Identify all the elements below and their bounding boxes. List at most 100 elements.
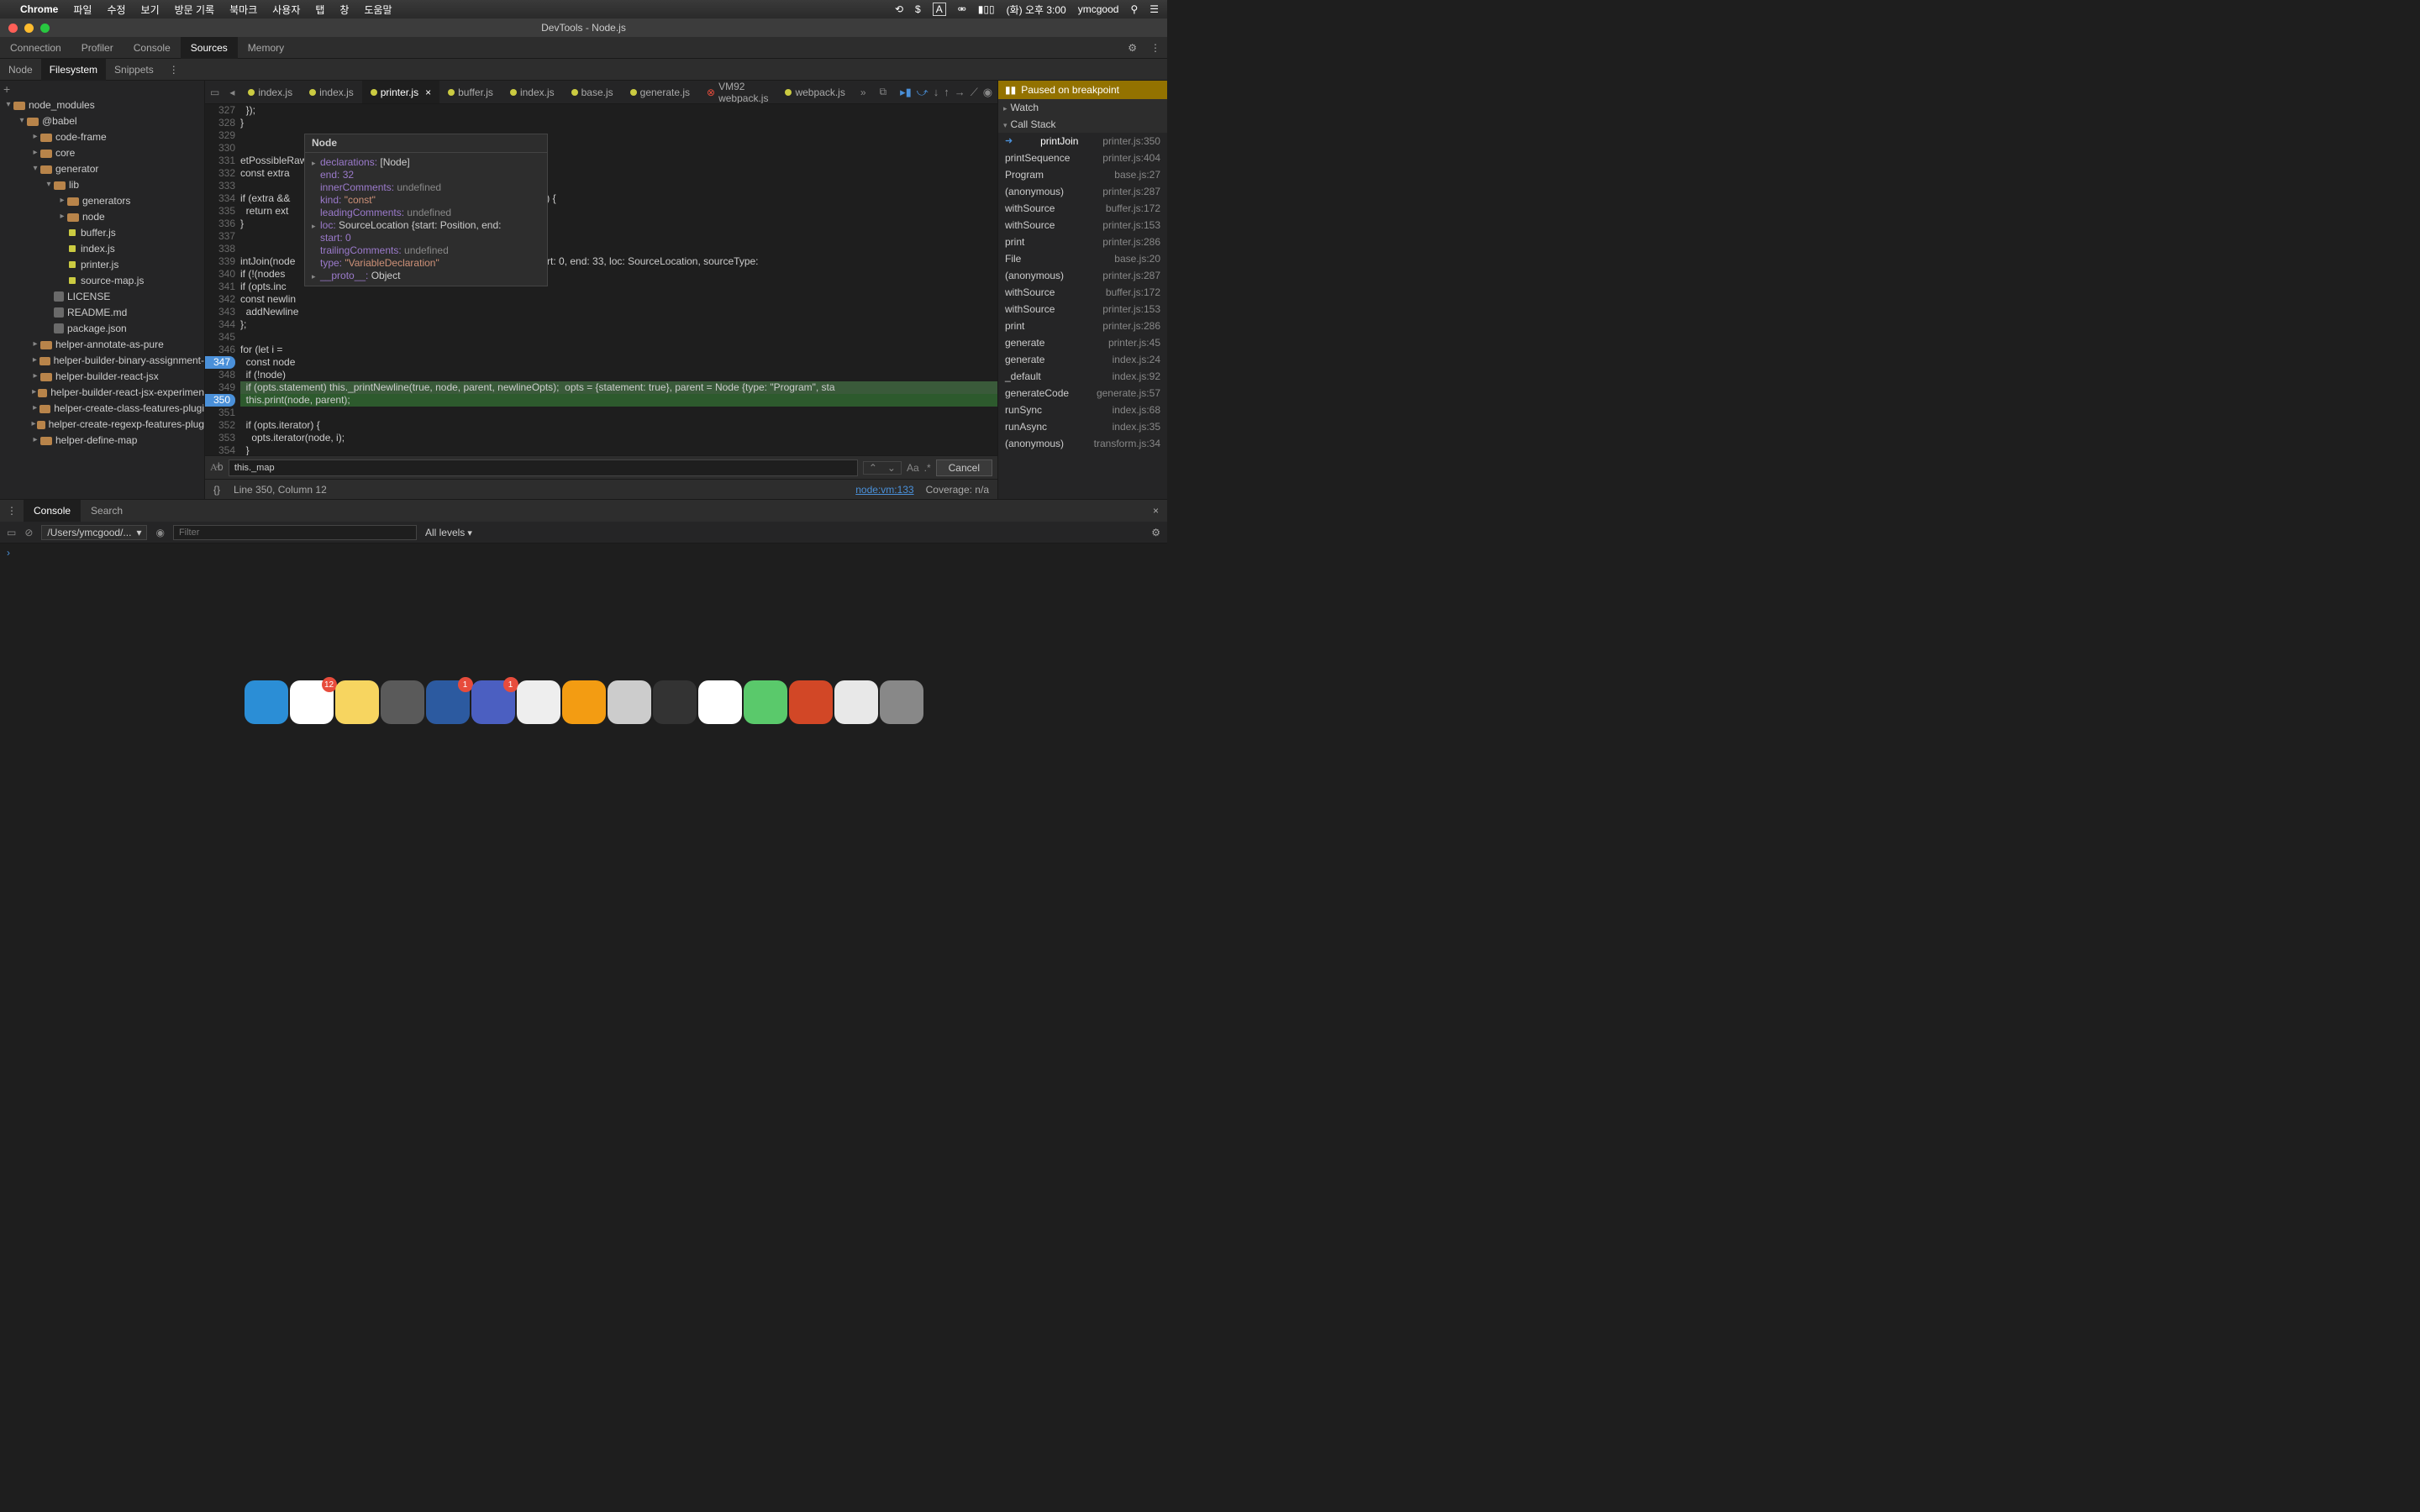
search-next-icon[interactable]: ⌄ bbox=[882, 462, 901, 474]
dollar-icon[interactable]: $ bbox=[915, 3, 921, 15]
search-prev-icon[interactable]: ⌃ bbox=[864, 462, 882, 474]
regex-toggle-icon[interactable]: .* bbox=[924, 462, 931, 474]
stack-frossleep[interactable]: _defaultindex.js:92 bbox=[998, 368, 1167, 385]
tree-item[interactable]: ▸node bbox=[0, 208, 204, 224]
tree-item[interactable]: ▸helper-define-map bbox=[0, 432, 204, 448]
tree-item[interactable]: buffer.js bbox=[0, 224, 204, 240]
pretty-print-icon[interactable]: {} bbox=[213, 484, 220, 496]
dock-icon[interactable]: 1 bbox=[471, 680, 515, 724]
dock-icon[interactable] bbox=[653, 680, 697, 724]
gear-icon[interactable]: ⚙ bbox=[1121, 42, 1144, 54]
stack-frossleep[interactable]: runAsyncindex.js:35 bbox=[998, 418, 1167, 435]
tree-item[interactable]: ▸helper-create-class-features-plugi bbox=[0, 400, 204, 416]
close-light[interactable] bbox=[8, 24, 18, 33]
tab-connection[interactable]: Connection bbox=[0, 37, 71, 59]
status-icon[interactable]: ⟲ bbox=[895, 3, 903, 15]
file-tab[interactable]: buffer.js bbox=[439, 81, 502, 104]
wifi-icon[interactable]: ⚮ bbox=[958, 3, 966, 15]
match-case-icon[interactable]: Aa bbox=[907, 462, 919, 474]
stack-frossleep[interactable]: withSourceprinter.js:153 bbox=[998, 301, 1167, 318]
tab-sources[interactable]: Sources bbox=[181, 37, 238, 59]
tree-item[interactable]: README.md bbox=[0, 304, 204, 320]
tab-console[interactable]: Console bbox=[124, 37, 181, 59]
tree-item[interactable]: index.js bbox=[0, 240, 204, 256]
console-gear-icon[interactable]: ⚙ bbox=[1151, 527, 1160, 538]
tree-item[interactable]: source-map.js bbox=[0, 272, 204, 288]
stack-frossleep[interactable]: printJoinprinter.js:350 bbox=[998, 133, 1167, 150]
file-tree[interactable]: + ▾node_modules▾@babel▸code-frame▸core▾g… bbox=[0, 81, 205, 499]
levels-selector[interactable]: All levels ▾ bbox=[425, 527, 472, 538]
drawer-tab-search[interactable]: Search bbox=[81, 500, 133, 522]
add-folder-button[interactable]: + bbox=[0, 81, 204, 97]
dock-icon[interactable]: 1 bbox=[426, 680, 470, 724]
stack-frossleep[interactable]: (anonymous)transform.js:34 bbox=[998, 435, 1167, 452]
filter-input[interactable] bbox=[173, 525, 417, 540]
clear-console-icon[interactable]: ⊘ bbox=[24, 527, 33, 538]
live-expr-icon[interactable]: ◉ bbox=[155, 527, 164, 538]
menu-file[interactable]: 파일 bbox=[73, 3, 92, 17]
dock-icon[interactable] bbox=[608, 680, 651, 724]
stack-frossleep[interactable]: generateindex.js:24 bbox=[998, 351, 1167, 368]
callstack-section[interactable]: ▾Call Stack bbox=[998, 116, 1167, 133]
file-tab[interactable]: ⊗VM92 webpack.js bbox=[698, 81, 776, 104]
dock-icon[interactable] bbox=[789, 680, 833, 724]
regex-icon[interactable]: Aͣb bbox=[210, 461, 224, 474]
filetabs-prev-icon[interactable]: ◂ bbox=[224, 87, 239, 98]
tree-item[interactable]: package.json bbox=[0, 320, 204, 336]
stack-frossleep[interactable]: generateCodegenerate.js:57 bbox=[998, 385, 1167, 402]
stack-frossleep[interactable]: withSourcebuffer.js:172 bbox=[998, 200, 1167, 217]
dock-icon[interactable] bbox=[517, 680, 560, 724]
file-tab[interactable]: index.js bbox=[502, 81, 563, 104]
subtab-more-icon[interactable]: ⋮ bbox=[162, 64, 186, 76]
watch-section[interactable]: ▸Watch bbox=[998, 99, 1167, 116]
cancel-button[interactable]: Cancel bbox=[936, 459, 992, 476]
drawer-kebab-icon[interactable]: ⋮ bbox=[0, 505, 24, 517]
stack-frossleep[interactable]: withSourceprinter.js:153 bbox=[998, 217, 1167, 234]
deactivate-bp-icon[interactable]: ⟋ bbox=[971, 86, 978, 99]
dock-icon[interactable] bbox=[834, 680, 878, 724]
menu-edit[interactable]: 수정 bbox=[107, 3, 125, 17]
tree-item[interactable]: ▸code-frame bbox=[0, 129, 204, 144]
dock-icon[interactable] bbox=[698, 680, 742, 724]
menu-window[interactable]: 창 bbox=[339, 3, 349, 17]
filetabs-panel-icon[interactable]: ▭ bbox=[205, 87, 224, 98]
tab-memory[interactable]: Memory bbox=[238, 37, 294, 59]
tree-item[interactable]: ▸helper-annotate-as-pure bbox=[0, 336, 204, 352]
step-out-icon[interactable]: ↑ bbox=[944, 86, 950, 99]
dock-icon[interactable] bbox=[245, 680, 288, 724]
subtab-node[interactable]: Node bbox=[0, 59, 41, 81]
step-icon[interactable]: → bbox=[955, 86, 965, 99]
subtab-filesystem[interactable]: Filesystem bbox=[41, 59, 106, 81]
menu-view[interactable]: 보기 bbox=[141, 3, 160, 17]
dock-icon[interactable] bbox=[880, 680, 923, 724]
kebab-icon[interactable]: ⋮ bbox=[1144, 42, 1167, 54]
console-sidebar-icon[interactable]: ▭ bbox=[7, 527, 16, 538]
pause-exc-icon[interactable]: ◉ bbox=[983, 86, 992, 99]
resume-icon[interactable]: ▸▮ bbox=[900, 86, 912, 99]
file-tab[interactable]: index.js bbox=[239, 81, 301, 104]
tree-item[interactable]: ▾lib bbox=[0, 176, 204, 192]
input-icon[interactable]: A bbox=[933, 3, 946, 16]
tree-item[interactable]: ▸helper-builder-react-jsx-experimen bbox=[0, 384, 204, 400]
tree-item[interactable]: printer.js bbox=[0, 256, 204, 272]
stack-frossleep[interactable]: printprinter.js:286 bbox=[998, 234, 1167, 250]
drawer-close-icon[interactable]: × bbox=[1144, 505, 1167, 517]
menu-people[interactable]: 사용자 bbox=[272, 3, 300, 17]
filetabs-more-icon[interactable]: » bbox=[854, 87, 873, 98]
tree-item[interactable]: ▾generator bbox=[0, 160, 204, 176]
stack-frossleep[interactable]: withSourcebuffer.js:172 bbox=[998, 284, 1167, 301]
menu-help[interactable]: 도움말 bbox=[364, 3, 392, 17]
user-name[interactable]: ymcgood bbox=[1078, 3, 1119, 15]
file-tab[interactable]: generate.js bbox=[622, 81, 698, 104]
file-tab[interactable]: index.js bbox=[301, 81, 362, 104]
menu-history[interactable]: 방문 기록 bbox=[175, 3, 215, 17]
stack-frossleep[interactable]: (anonymous)printer.js:287 bbox=[998, 183, 1167, 200]
stack-frossleep[interactable]: printprinter.js:286 bbox=[998, 318, 1167, 334]
battery-icon[interactable]: ▮▯▯ bbox=[978, 3, 995, 15]
tree-item[interactable]: ▾@babel bbox=[0, 113, 204, 129]
console-body[interactable]: › bbox=[0, 543, 1167, 690]
code-editor[interactable]: 3273283293303313323333343353363373383393… bbox=[205, 104, 997, 455]
dock-icon[interactable] bbox=[335, 680, 379, 724]
app-name[interactable]: Chrome bbox=[20, 3, 58, 15]
tree-item[interactable]: ▸helper-builder-react-jsx bbox=[0, 368, 204, 384]
